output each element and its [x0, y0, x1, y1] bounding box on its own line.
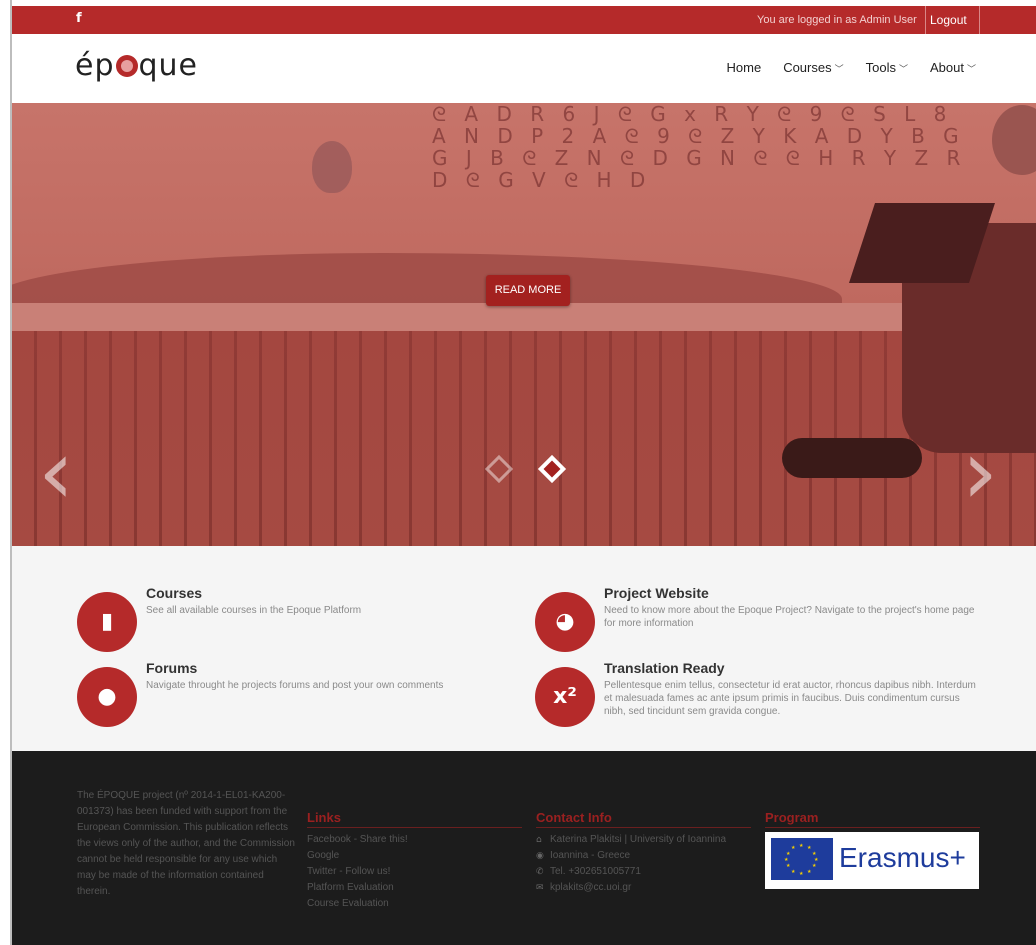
erasmus-logo[interactable]: ★ ★ ★ ★ ★ ★ ★ ★ ★ ★ ★ ★ Erasmus+	[765, 832, 979, 889]
chevron-down-icon: ﹀	[834, 64, 844, 74]
contact-address-text: Katerina Plakitsi | University of Ioanni…	[550, 834, 727, 845]
footer-contact: Contact Info ⌂ Katerina Plakitsi | Univer…	[536, 810, 751, 896]
globe-icon: ◕	[535, 592, 595, 652]
chevron-down-icon: ﹀	[966, 64, 976, 74]
nav-about-label: About	[930, 60, 964, 75]
page-frame: f You are logged in as Admin User Logout…	[12, 6, 1036, 945]
main-nav: Home Courses ﹀ Tools ﹀ About ﹀	[727, 60, 977, 75]
nav-tools[interactable]: Tools ﹀	[866, 60, 908, 75]
globe-icon	[115, 55, 138, 77]
contact-location-text: Ioannina - Greece	[550, 850, 631, 861]
feature-text: Need to know more about the Epoque Proje…	[604, 605, 975, 629]
feature-title[interactable]: Translation Ready	[604, 660, 725, 676]
nav-home-label: Home	[726, 60, 762, 75]
hero-balloon	[312, 141, 352, 193]
feature-title[interactable]: Forums	[146, 660, 197, 676]
nav-courses-label: Courses	[783, 60, 832, 75]
feature-title[interactable]: Courses	[146, 585, 202, 601]
footer-program: Program ★ ★ ★ ★ ★ ★ ★ ★ ★ ★ ★ ★ Erasmus+	[765, 810, 980, 889]
logged-in-status: You are logged in as Admin User	[757, 6, 926, 34]
nav-courses[interactable]: Courses ﹀	[783, 60, 843, 75]
logo-text-end: que	[138, 48, 199, 83]
flag-star: ★	[812, 863, 817, 869]
nav-home[interactable]: Home	[727, 60, 762, 75]
feature-text: See all available courses in the Epoque …	[146, 605, 362, 616]
logo-text-start: ép	[75, 48, 115, 83]
home-icon: ⌂	[536, 835, 542, 845]
feature-title[interactable]: Project Website	[604, 585, 709, 601]
logout-link[interactable]: Logout	[922, 6, 980, 34]
book-icon: ▮	[77, 592, 137, 652]
hero-person-shoe	[782, 438, 922, 478]
site-logo[interactable]: ép que	[75, 48, 198, 83]
flag-star: ★	[791, 869, 796, 875]
phone-icon: ✆	[536, 867, 544, 877]
slider-prev-icon[interactable]: ‹	[38, 428, 98, 518]
facebook-icon[interactable]: f	[76, 11, 82, 26]
flag-star: ★	[807, 869, 812, 875]
contact-phone-text: Tel. +302651005771	[550, 866, 641, 877]
slider-next-icon[interactable]: ›	[962, 428, 1022, 518]
nav-tools-label: Tools	[865, 60, 896, 75]
comments-icon: ●	[77, 667, 137, 727]
contact-email-text: kplakits@cc.uoi.gr	[550, 882, 632, 893]
footer-link[interactable]: Twitter - Follow us!	[307, 864, 522, 880]
chevron-down-icon: ﹀	[898, 64, 908, 74]
top-bar: f You are logged in as Admin User Logout	[12, 6, 1036, 34]
flag-star: ★	[799, 843, 804, 849]
superscript-icon: x²	[535, 667, 595, 727]
footer-program-title: Program	[765, 810, 980, 828]
footer-link[interactable]: Facebook - Share this!	[307, 832, 522, 848]
footer-link[interactable]: Google	[307, 848, 522, 864]
flag-star: ★	[807, 845, 812, 851]
flag-star: ★	[784, 857, 789, 863]
site-header: ép que Home Courses ﹀ Tools ﹀ About ﹀	[12, 34, 1036, 103]
site-footer: The ÉPOQUE project (nº 2014-1-EL01-KA200…	[12, 751, 1036, 945]
footer-link[interactable]: Platform Evaluation	[307, 880, 522, 896]
nav-about[interactable]: About ﹀	[930, 60, 976, 75]
flag-star: ★	[799, 871, 804, 877]
window-left-edge	[0, 0, 12, 945]
read-more-button[interactable]: READ MORE	[486, 275, 570, 306]
feature-text: Navigate throught he projects forums and…	[146, 680, 444, 691]
contact-location: ◉ Ioannina - Greece	[536, 848, 751, 864]
footer-links-title: Links	[307, 810, 522, 828]
footer-links: Links Facebook - Share this! Google Twit…	[307, 810, 522, 912]
contact-phone[interactable]: ✆ Tel. +302651005771	[536, 864, 751, 880]
eu-flag-icon: ★ ★ ★ ★ ★ ★ ★ ★ ★ ★ ★ ★	[771, 838, 833, 880]
contact-address: ⌂ Katerina Plakitsi | University of Ioann…	[536, 832, 751, 848]
hero-slider: ᘓ A D R 6 J ᘓ G x R Y ᘓ 9 ᘓ S L 8 A N D …	[12, 103, 1036, 546]
funding-disclaimer: The ÉPOQUE project (nº 2014-1-EL01-KA200…	[77, 790, 295, 897]
location-icon: ◉	[536, 851, 544, 861]
email-icon: ✉	[536, 883, 544, 893]
contact-email[interactable]: ✉ kplakits@cc.uoi.gr	[536, 880, 751, 896]
flag-star: ★	[786, 863, 791, 869]
features-section: ▮ Courses See all available courses in t…	[12, 546, 1036, 751]
erasmus-logo-text: Erasmus+	[839, 842, 966, 873]
flag-star: ★	[791, 845, 796, 851]
flag-star: ★	[786, 851, 791, 857]
feature-text: Pellentesque enim tellus, consectetur id…	[604, 680, 976, 717]
hero-person-head	[992, 105, 1036, 175]
footer-link[interactable]: Course Evaluation	[307, 896, 522, 912]
footer-contact-title: Contact Info	[536, 810, 751, 828]
